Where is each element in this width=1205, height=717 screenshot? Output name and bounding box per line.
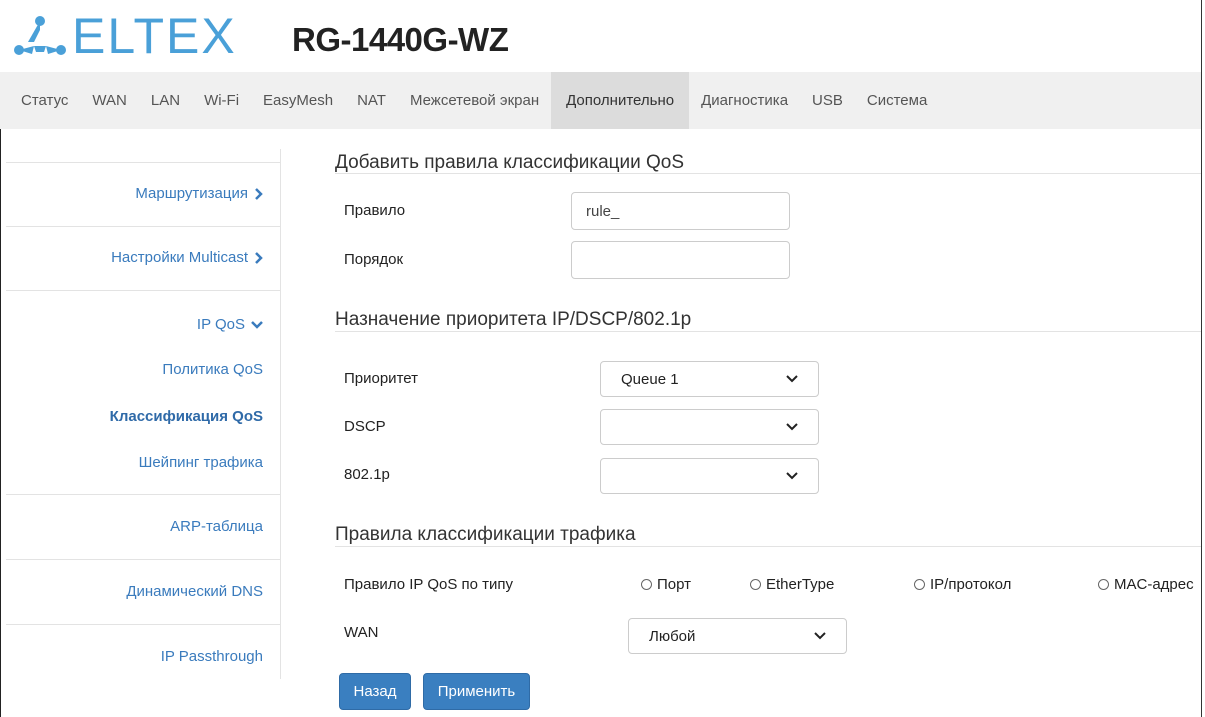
eltex-logo-icon — [14, 16, 66, 55]
sidebar-item-ipqos[interactable]: IP QoS — [197, 316, 263, 333]
radio-port[interactable]: Порт — [641, 576, 691, 593]
wan-label: WAN — [344, 624, 379, 641]
dscp-select[interactable] — [600, 409, 819, 445]
window-right-edge — [1201, 0, 1202, 717]
rule-label: Правило — [344, 202, 406, 219]
order-label: Порядок — [344, 251, 404, 268]
priority-label: Приоритет — [344, 370, 418, 387]
chevron-down-icon — [786, 472, 798, 480]
nav-usb[interactable]: USB — [800, 72, 855, 129]
nav-firewall[interactable]: Межсетевой экран — [398, 72, 551, 129]
8021p-select[interactable] — [600, 458, 819, 494]
radio-port-label: Порт — [657, 576, 692, 593]
nav-wan[interactable]: WAN — [80, 72, 138, 129]
sidebar-item-routing[interactable]: Маршрутизация — [135, 185, 263, 202]
chevron-down-icon — [786, 375, 798, 383]
dscp-label: DSCP — [344, 418, 386, 435]
nav-nat[interactable]: NAT — [345, 72, 398, 129]
radio-circle-icon — [750, 579, 761, 590]
sidebar-item-traffic-shaping[interactable]: Шейпинг трафика — [139, 454, 263, 471]
order-input[interactable] — [571, 241, 790, 279]
radio-ip-protocol[interactable]: IP/протокол — [914, 576, 1011, 593]
priority-select-value: Queue 1 — [621, 370, 679, 388]
sidebar-item-qos-classification[interactable]: Классификация QoS — [110, 408, 263, 425]
rule-input[interactable]: rule_ — [571, 192, 790, 230]
section-title-add-rules: Добавить правила классификации QoS — [335, 152, 685, 173]
sidebar-item-qos-policy[interactable]: Политика QoS — [162, 361, 263, 378]
nav-diagnostics[interactable]: Диагностика — [689, 72, 800, 129]
sidebar-item-ddns[interactable]: Динамический DNS — [126, 583, 263, 600]
radio-ethertype[interactable]: EtherType — [750, 576, 834, 593]
chevron-right-icon — [255, 251, 263, 264]
chevron-down-icon — [251, 321, 263, 329]
radio-circle-icon — [1098, 579, 1109, 590]
radio-circle-icon — [914, 579, 925, 590]
chevron-down-icon — [786, 423, 798, 431]
priority-select[interactable]: Queue 1 — [600, 361, 819, 397]
sidebar-item-label: IP QoS — [196, 316, 245, 333]
nav-advanced[interactable]: Дополнительно — [551, 72, 690, 129]
section-title-traffic-rules: Правила классификации трафика — [335, 524, 636, 545]
radio-mac-address-label: MAC-адрес — [1114, 576, 1194, 593]
radio-circle-icon — [641, 579, 652, 590]
apply-button[interactable]: Применить — [423, 673, 530, 710]
sidebar: Маршрутизация Настройки Multicast IP QoS… — [6, 149, 281, 679]
nav-status[interactable]: Статус — [0, 72, 80, 129]
eltex-logo[interactable]: ELTEX — [14, 8, 237, 64]
radio-ethertype-label: EtherType — [766, 576, 835, 593]
qos-type-label: Правило IP QoS по типу — [344, 576, 513, 593]
wan-select[interactable]: Любой — [628, 618, 847, 654]
sidebar-item-label: Настройки Multicast — [111, 249, 248, 266]
device-model-title: RG-1440G-WZ — [292, 21, 509, 58]
logo-text: ELTEX — [72, 8, 237, 64]
section-divider — [335, 331, 1201, 332]
wan-select-value: Любой — [649, 627, 696, 645]
radio-mac-address[interactable]: MAC-адрес — [1098, 576, 1194, 593]
sidebar-top-block — [6, 149, 281, 163]
chevron-down-icon — [814, 632, 826, 640]
section-title-priority: Назначение приоритета IP/DSCP/802.1p — [335, 309, 692, 330]
chevron-right-icon — [255, 187, 263, 200]
top-nav: Статус WAN LAN Wi-Fi EasyMesh NAT Межсет… — [0, 72, 1201, 129]
sidebar-item-label: Маршрутизация — [135, 185, 248, 202]
section-divider — [335, 173, 1201, 174]
sidebar-item-arp-table[interactable]: ARP-таблица — [170, 518, 263, 535]
sidebar-item-multicast[interactable]: Настройки Multicast — [111, 249, 263, 266]
nav-easymesh[interactable]: EasyMesh — [251, 72, 345, 129]
nav-lan[interactable]: LAN — [139, 72, 192, 129]
sidebar-item-ip-passthrough[interactable]: IP Passthrough — [161, 648, 263, 665]
8021p-label: 802.1p — [344, 466, 390, 483]
nav-system[interactable]: Система — [855, 72, 939, 129]
radio-ip-protocol-label: IP/протокол — [930, 576, 1012, 593]
nav-wifi[interactable]: Wi-Fi — [192, 72, 251, 129]
header: ELTEX RG-1440G-WZ — [0, 0, 1201, 72]
back-button[interactable]: Назад — [339, 673, 411, 710]
section-divider — [335, 546, 1201, 547]
